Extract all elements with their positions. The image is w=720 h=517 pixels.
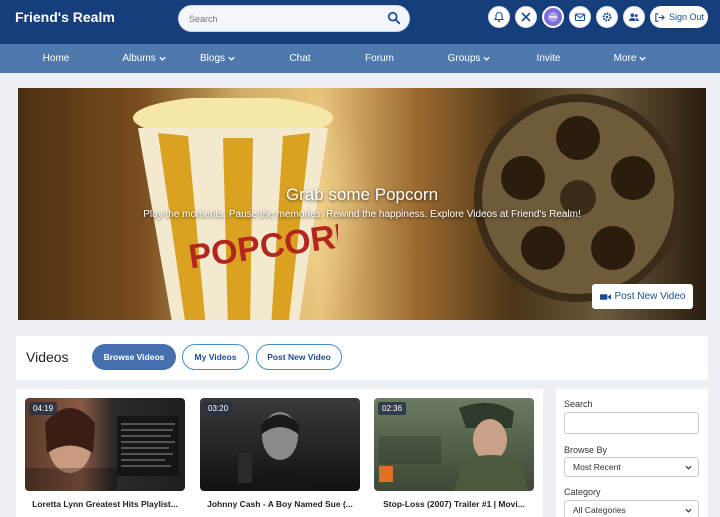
nav-blogs[interactable]: Blogs [176, 44, 259, 73]
nav-more[interactable]: More [577, 44, 683, 73]
main-nav: Home Albums Blogs Chat Forum Groups Invi… [0, 44, 720, 73]
video-card[interactable]: 02:36 Stop-Loss (2007) Trailer #1 | Movi… [374, 398, 534, 517]
video-card[interactable]: 03:20 Johnny Cash - A Boy Named Sue (... [200, 398, 360, 517]
nav-chat[interactable]: Chat [259, 44, 341, 73]
chevron-down-icon [685, 508, 692, 513]
banner-title: Grab some Popcorn [285, 185, 439, 204]
top-header: Friend's Realm Sign Out [0, 0, 720, 44]
hero-banner: POPCORN Grab some Popcorn Play the momen… [18, 88, 706, 320]
sidebar-search-input[interactable] [564, 412, 699, 434]
tab-my-videos[interactable]: My Videos [182, 344, 249, 370]
category-value: All Categories [573, 505, 626, 515]
nav-home[interactable]: Home [0, 44, 112, 73]
video-thumbnail[interactable]: 04:19 [25, 398, 185, 491]
category-select[interactable]: All Categories [564, 500, 699, 517]
tab-post-new-video[interactable]: Post New Video [256, 344, 342, 370]
browse-by-select[interactable]: Most Recent [564, 457, 699, 477]
mail-icon[interactable] [569, 6, 591, 28]
video-card[interactable]: 04:19 Loretta Lynn Greatest Hits Playlis… [25, 398, 185, 517]
header-icons [488, 6, 645, 28]
nav-albums[interactable]: Albums [112, 44, 176, 73]
video-title[interactable]: Johnny Cash - A Boy Named Sue (... [200, 499, 360, 509]
duration-badge: 02:36 [378, 402, 407, 415]
category-label: Category [564, 487, 601, 497]
nav-label: Home [42, 53, 70, 64]
chevron-down-icon [159, 56, 166, 61]
gear-icon[interactable] [596, 6, 618, 28]
duration-badge: 04:19 [29, 402, 58, 415]
sign-out-button[interactable]: Sign Out [650, 6, 708, 28]
nav-invite[interactable]: Invite [520, 44, 577, 73]
search-label: Search [564, 399, 593, 409]
chevron-down-icon [685, 465, 692, 470]
users-icon[interactable] [623, 6, 645, 28]
chevron-down-icon [639, 56, 646, 61]
browse-by-label: Browse By [564, 445, 608, 455]
search-input[interactable] [179, 6, 369, 31]
nav-label: Albums [122, 53, 156, 64]
browse-by-value: Most Recent [573, 462, 621, 472]
search-box [178, 5, 410, 32]
nav-label: Forum [365, 53, 394, 64]
post-new-video-label: Post New Video [614, 291, 686, 302]
sign-out-icon [655, 12, 665, 22]
sign-out-label: Sign Out [668, 12, 705, 22]
chevron-down-icon [483, 56, 490, 61]
avatar[interactable] [542, 6, 564, 28]
video-title[interactable]: Stop-Loss (2007) Trailer #1 | Movi... [374, 499, 534, 509]
search-icon[interactable] [387, 11, 401, 25]
nav-forum[interactable]: Forum [341, 44, 418, 73]
bell-icon[interactable] [488, 6, 510, 28]
nav-label: Invite [536, 53, 561, 64]
tab-browse-videos[interactable]: Browse Videos [92, 344, 176, 370]
nav-label: Groups [447, 53, 481, 64]
banner-subtitle: Play the moments. Pause the memories. Re… [143, 209, 581, 220]
site-logo[interactable]: Friend's Realm [15, 9, 115, 25]
nav-label: Blogs [199, 53, 225, 64]
video-camera-icon [599, 293, 611, 300]
filter-sidebar: Search Browse By Most Recent Category Al… [556, 389, 708, 517]
videos-toolbar: Videos Browse Videos My Videos Post New … [16, 336, 708, 380]
post-new-video-button[interactable]: Post New Video [592, 284, 693, 309]
nav-groups[interactable]: Groups [418, 44, 520, 73]
duration-badge: 03:20 [204, 402, 233, 415]
video-thumbnail[interactable]: 02:36 [374, 398, 534, 491]
video-thumbnail[interactable]: 03:20 [200, 398, 360, 491]
video-list: 04:19 Loretta Lynn Greatest Hits Playlis… [16, 389, 543, 517]
tools-icon[interactable] [515, 6, 537, 28]
nav-label: Chat [289, 53, 311, 64]
page-title: Videos [26, 349, 69, 365]
video-title[interactable]: Loretta Lynn Greatest Hits Playlist... [25, 499, 185, 509]
chevron-down-icon [228, 56, 235, 61]
nav-label: More [613, 53, 637, 64]
